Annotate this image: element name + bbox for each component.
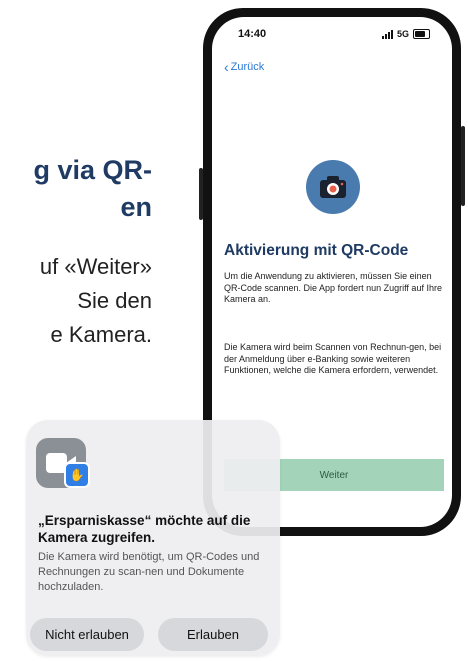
- feature-headline: g via QR- en: [0, 152, 152, 226]
- description-line-3: e Kamera.: [50, 322, 153, 347]
- deny-button[interactable]: Nicht erlauben: [30, 618, 144, 651]
- phone-side-button-left: [199, 168, 203, 220]
- headline-line-1: g via QR-: [33, 155, 152, 185]
- signal-icon: [381, 29, 393, 39]
- description-line-2: Sie den: [77, 288, 152, 313]
- dialog-title: „Ersparniskasse“ möchte auf die Kamera z…: [38, 513, 251, 545]
- headline-line-2: en: [120, 192, 152, 222]
- camera-permission-dialog: ✋ „Ersparniskasse“ möchte auf die Kamera…: [26, 420, 280, 656]
- hand-icon: ✋: [64, 462, 90, 488]
- back-button[interactable]: ‹ Zurück: [224, 59, 265, 75]
- phone-side-button-right: [461, 126, 465, 206]
- status-indicators: 5G: [381, 29, 430, 39]
- chevron-left-icon: ‹: [224, 59, 229, 75]
- intro-paragraph: Um die Anwendung zu aktivieren, müssen S…: [224, 271, 442, 304]
- camera-glyph: [320, 176, 346, 198]
- screen-title: Aktivierung mit QR-Code: [224, 242, 409, 259]
- allow-button[interactable]: Erlauben: [158, 618, 268, 651]
- description-line-1: uf «Weiter»: [39, 254, 152, 279]
- battery-icon: [413, 29, 430, 39]
- camera-icon: [306, 160, 360, 214]
- camera-usage-paragraph: Die Kamera wird beim Scannen von Rechnun…: [224, 342, 442, 375]
- network-type: 5G: [396, 29, 409, 39]
- dialog-message: Die Kamera wird benötigt, um QR-Codes un…: [38, 551, 260, 593]
- status-time: 14:40: [238, 28, 267, 40]
- status-bar: 14:40 5G: [212, 28, 452, 44]
- feature-description: uf «Weiter» Sie den e Kamera.: [0, 250, 152, 352]
- back-label: Zurück: [230, 61, 265, 73]
